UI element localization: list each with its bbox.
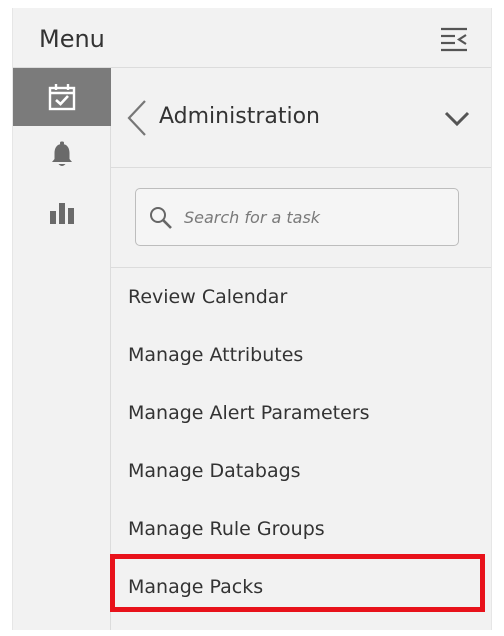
rail-item-notifications[interactable] — [13, 126, 111, 184]
menu-collapse-icon[interactable] — [439, 24, 469, 52]
calendar-check-icon — [48, 84, 76, 111]
search-icon — [150, 207, 172, 229]
menu-panel: Menu Administration Search for a task Re… — [12, 8, 492, 630]
rail-item-tasks[interactable] — [13, 68, 111, 126]
task-item-manage-databags[interactable]: Manage Databags — [111, 442, 491, 500]
nav-rail — [13, 68, 111, 630]
chevron-left-icon[interactable] — [125, 98, 149, 138]
search-box[interactable] — [135, 188, 459, 246]
task-list: Review Calendar Manage Attributes Manage… — [111, 268, 491, 616]
chevron-down-icon[interactable] — [443, 110, 471, 128]
search-input[interactable] — [184, 199, 444, 235]
bell-icon — [52, 141, 72, 166]
task-item-manage-attributes[interactable]: Manage Attributes — [111, 326, 491, 384]
menu-header: Menu — [13, 8, 491, 68]
menu-title: Menu — [39, 25, 105, 53]
section-header: Administration — [111, 68, 491, 168]
search-area — [111, 168, 491, 268]
task-item-manage-rule-groups[interactable]: Manage Rule Groups — [111, 500, 491, 558]
bar-chart-icon — [50, 203, 74, 224]
task-panel: Administration Review Calendar Manage At… — [111, 68, 491, 630]
task-item-manage-alert-parameters[interactable]: Manage Alert Parameters — [111, 384, 491, 442]
task-item-review-calendar[interactable]: Review Calendar — [111, 268, 491, 326]
section-title: Administration — [159, 104, 320, 129]
task-item-manage-packs[interactable]: Manage Packs — [111, 558, 491, 616]
rail-item-analytics[interactable] — [13, 184, 111, 242]
